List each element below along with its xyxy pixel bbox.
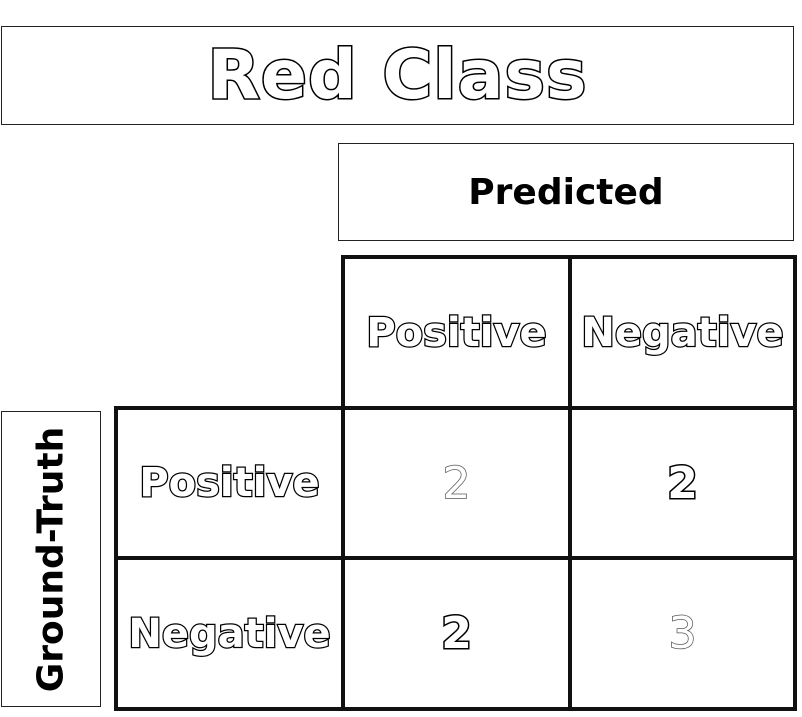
- row-header-label: Positive: [138, 459, 321, 508]
- matrix-title: Red Class: [1, 26, 794, 125]
- row-header-label: Negative: [127, 609, 332, 658]
- cell-value: 2: [666, 456, 700, 510]
- ground-truth-axis-label: Ground-Truth: [30, 426, 72, 692]
- predicted-axis-label: Predicted: [338, 143, 794, 241]
- row-header-positive: Positive: [114, 406, 345, 560]
- cell-value: 3: [668, 607, 698, 660]
- row-header-negative: Negative: [114, 556, 345, 711]
- column-header-label: Negative: [580, 308, 785, 357]
- column-header-positive: Positive: [341, 255, 572, 410]
- column-header-label: Positive: [365, 308, 548, 357]
- ground-truth-axis-box: Ground-Truth: [1, 411, 101, 707]
- cell-false-positive: 2: [341, 556, 572, 711]
- cell-true-negative: 3: [568, 556, 797, 711]
- cell-true-positive: 2: [341, 406, 572, 560]
- cell-value: 2: [442, 457, 472, 510]
- column-header-negative: Negative: [568, 255, 797, 410]
- cell-value: 2: [440, 607, 474, 661]
- cell-false-negative: 2: [568, 406, 797, 560]
